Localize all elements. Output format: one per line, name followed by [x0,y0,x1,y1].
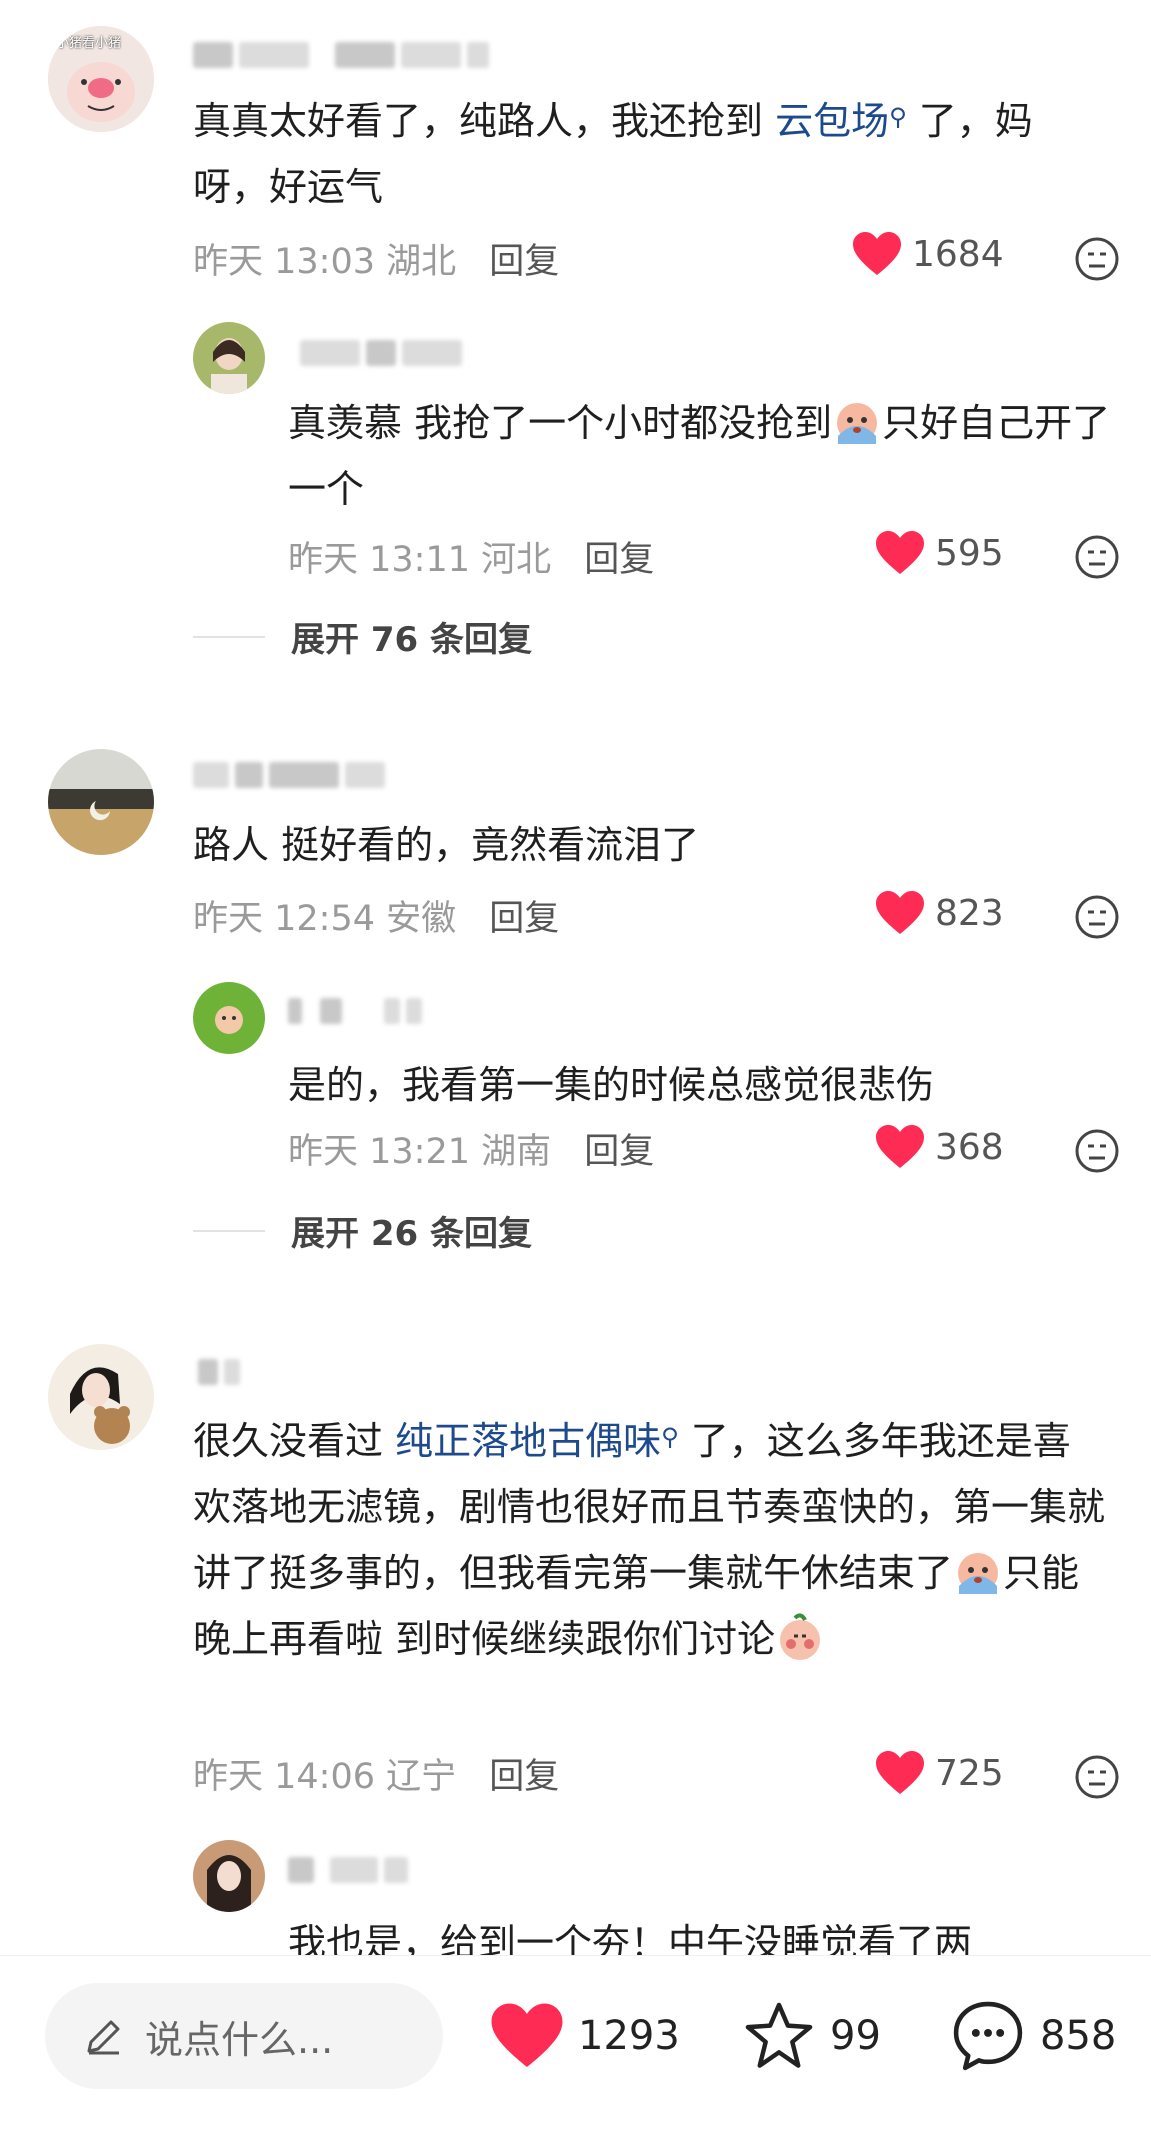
pencil-icon [87,2020,120,2055]
avatar[interactable] [48,1344,154,1450]
comment-text: 路人 挺好看的，竟然看流泪了 [193,823,700,867]
search-link[interactable]: 云包场⚲ [775,99,907,143]
crying-emoji-icon [958,1553,999,1594]
like-button[interactable]: 823 [875,890,1004,936]
reply-button[interactable]: 回复 [489,899,559,939]
shy-emoji-icon [780,1613,821,1660]
reply-text: 真羡慕 我抢了一个小时都没抢到 只好自己开了一个 [288,390,1128,522]
username-blurred[interactable] [193,40,489,70]
like-button[interactable]: 595 [875,530,1004,576]
comment-total-count: 858 [1040,2013,1117,2059]
comment-total-button[interactable]: 858 [950,1983,1116,2089]
search-icon: ⚲ [661,1423,679,1451]
divider-line [193,1229,265,1232]
reply-button[interactable]: 回复 [584,540,654,580]
comment-input-placeholder: 说点什么... [145,2017,334,2062]
favorite-button[interactable]: 99 [742,1983,881,2089]
heart-icon [876,891,924,934]
expand-label: 展开 26 条回复 [291,1214,532,1254]
like-button[interactable]: 725 [875,1750,1004,1796]
like-count: 1684 [912,233,1004,275]
dislike-face-icon[interactable] [1074,534,1120,580]
comment-input[interactable]: 说点什么... [45,1983,443,2089]
speech-bubble-icon [953,2001,1023,2071]
star-icon [745,2002,813,2068]
avatar-label: 小猪看小猪 [56,36,122,51]
like-button[interactable]: 1684 [852,231,1004,277]
comment-text: 很久没看过 纯正落地古偶味⚲ 了，这么多年我还是喜欢落地无滤镜，剧情也很好而且节… [193,1419,1106,1661]
divider-line [193,635,265,638]
username-blurred[interactable] [288,996,422,1026]
girl-with-bear-avatar-image [48,1344,154,1450]
username-blurred[interactable] [193,760,385,790]
location: 辽宁 [386,1757,457,1797]
dislike-face-icon[interactable] [1074,894,1120,940]
crying-emoji-icon [837,403,878,444]
like-total-count: 1293 [578,2013,680,2059]
avatar[interactable] [48,749,154,855]
search-icon: ⚲ [889,103,907,131]
like-button[interactable]: 368 [875,1124,1004,1170]
username-blurred[interactable] [198,1357,240,1387]
heart-icon [853,232,901,275]
heart-icon [491,2003,563,2068]
comment-meta: 昨天 14:06 辽宁 回复 [193,1748,559,1799]
username-blurred[interactable] [288,1855,408,1885]
avatar[interactable] [193,982,265,1054]
comment-text: 真真太好看了，纯路人，我还抢到 云包场⚲ 了，妈呀，好运气 [193,99,1033,209]
favorite-count: 99 [830,2013,881,2059]
dislike-face-icon[interactable] [1074,236,1120,282]
avatar[interactable] [193,322,265,394]
heart-icon [876,1751,924,1794]
like-total-button[interactable]: 1293 [490,1983,680,2089]
reply-button[interactable]: 回复 [584,1132,654,1172]
girl-avatar-image [193,1840,265,1912]
heart-icon [876,531,924,574]
moon-field-avatar-image [48,749,154,855]
reply-meta: 昨天 13:21 湖南 回复 [288,1123,654,1174]
location: 湖北 [386,242,457,282]
reply-text: 是的，我看第一集的时候总感觉很悲伤 [288,1063,935,1107]
expand-label: 展开 76 条回复 [291,620,532,660]
timestamp: 昨天 13:21 [288,1132,470,1172]
green-emoji-avatar-image [193,982,265,1054]
like-count: 725 [935,1752,1004,1794]
girl-avatar-image [193,322,265,394]
timestamp: 昨天 14:06 [193,1757,375,1797]
timestamp: 昨天 12:54 [193,899,375,939]
avatar[interactable]: 小猪看小猪 [48,26,154,132]
location: 安徽 [386,899,457,939]
like-count: 823 [935,892,1004,934]
expand-replies-button[interactable]: 展开 76 条回复 [193,612,532,661]
reply-button[interactable]: 回复 [489,1757,559,1797]
dislike-face-icon[interactable] [1074,1128,1120,1174]
username-blurred[interactable] [300,338,462,368]
timestamp: 昨天 13:11 [288,540,470,580]
dislike-face-icon[interactable] [1074,1754,1120,1800]
expand-replies-button[interactable]: 展开 26 条回复 [193,1206,532,1255]
location: 河北 [481,540,552,580]
like-count: 595 [935,532,1004,574]
like-count: 368 [935,1126,1004,1168]
location: 湖南 [481,1132,552,1172]
search-link[interactable]: 纯正落地古偶味⚲ [395,1419,679,1463]
comment-meta: 昨天 13:03 湖北 回复 [193,233,559,284]
heart-icon [876,1125,924,1168]
comment-meta: 昨天 12:54 安徽 回复 [193,890,559,941]
bottom-action-bar: 说点什么... 1293 99 858 [0,1955,1151,2142]
reply-button[interactable]: 回复 [489,242,559,282]
avatar[interactable] [193,1840,265,1912]
reply-meta: 昨天 13:11 河北 回复 [288,531,654,582]
timestamp: 昨天 13:03 [193,242,375,282]
